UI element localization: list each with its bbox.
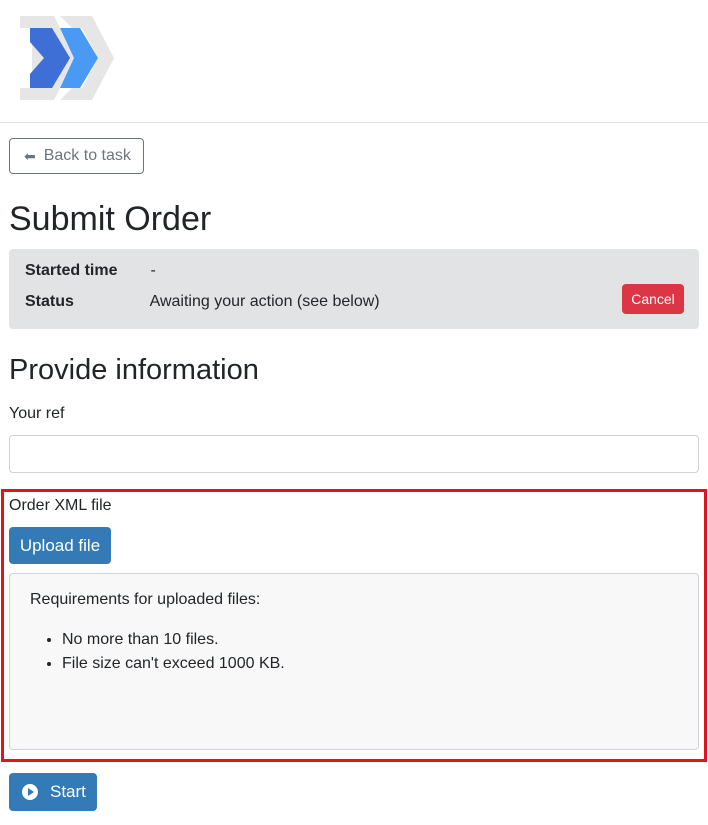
- play-icon: [22, 784, 38, 800]
- requirements-title: Requirements for uploaded files:: [30, 591, 261, 608]
- start-button[interactable]: Start: [9, 773, 97, 811]
- page-title: Submit Order: [9, 200, 212, 238]
- upload-file-button[interactable]: Upload file: [9, 527, 111, 564]
- status-label: Status: [25, 293, 74, 310]
- task-info-panel: Started time - Status Awaiting your acti…: [9, 249, 699, 329]
- requirements-list: No more than 10 files. File size can't e…: [30, 628, 678, 676]
- status-row: Status Awaiting your action (see below): [25, 293, 380, 311]
- file-requirements-box: Requirements for uploaded files: No more…: [9, 573, 699, 750]
- started-time-value: -: [150, 262, 156, 279]
- started-time-row: Started time -: [25, 262, 156, 280]
- started-time-label: Started time: [25, 262, 118, 279]
- logo-icon: [20, 16, 114, 100]
- start-label: Start: [50, 782, 86, 801]
- back-to-task-label: Back to task: [43, 147, 131, 164]
- requirement-item: File size can't exceed 1000 KB.: [62, 652, 678, 676]
- your-ref-label: Your ref: [9, 405, 65, 422]
- section-title: Provide information: [9, 354, 259, 386]
- app-header: [0, 0, 708, 123]
- cancel-button[interactable]: Cancel: [622, 284, 684, 314]
- back-to-task-button[interactable]: ⬅ Back to task: [9, 138, 144, 174]
- order-xml-file-label: Order XML file: [9, 497, 112, 514]
- left-arrow-icon: ⬅: [24, 148, 36, 164]
- status-value: Awaiting your action (see below): [149, 293, 380, 310]
- requirement-item: No more than 10 files.: [62, 628, 678, 652]
- your-ref-input[interactable]: [9, 435, 699, 473]
